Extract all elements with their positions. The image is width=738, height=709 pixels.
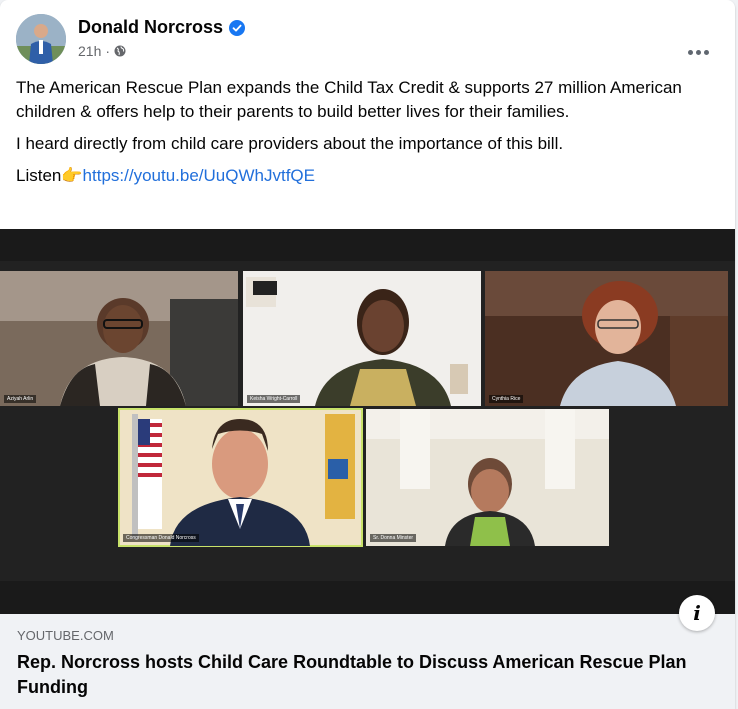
participant-tile-2 <box>243 271 481 406</box>
post-meta: 21h · <box>78 43 126 59</box>
participant-name-3: Cynthia Rice <box>489 395 524 403</box>
post-text: The American Rescue Plan expands the Chi… <box>16 76 716 196</box>
zoom-meeting-image <box>0 229 735 614</box>
participant-tile-1 <box>0 271 238 406</box>
globe-icon <box>114 45 126 57</box>
participant-tile-4 <box>118 408 363 547</box>
info-icon[interactable]: i <box>679 595 715 631</box>
verified-badge-icon <box>229 19 246 36</box>
post-paragraph-2: I heard directly from child care provide… <box>16 134 564 153</box>
preview-title[interactable]: Rep. Norcross hosts Child Care Roundtabl… <box>17 650 697 700</box>
participant-name-5: Sr. Donna Minster <box>370 534 417 542</box>
video-link[interactable]: https://youtu.be/UuQWhJvtfQE <box>83 166 315 185</box>
author-line: Donald Norcross <box>78 17 246 38</box>
participant-name-2: Keisha Wright-Carroll <box>247 395 301 403</box>
author-name[interactable]: Donald Norcross <box>78 17 223 38</box>
listen-label: Listen <box>16 166 62 185</box>
post-paragraph-1: The American Rescue Plan expands the Chi… <box>16 78 682 121</box>
more-options-icon[interactable] <box>678 40 718 64</box>
meta-separator: · <box>105 43 111 59</box>
link-preview[interactable]: YOUTUBE.COM Rep. Norcross hosts Child Ca… <box>0 614 735 709</box>
post-paragraph-3: Listen👉https://youtu.be/UuQWhJvtfQE <box>16 164 716 188</box>
pointing-hand-emoji: 👉 <box>61 166 83 185</box>
post-timestamp[interactable]: 21h <box>78 43 101 59</box>
participant-name-4: Congressman Donald Norcross <box>123 534 199 542</box>
participant-tile-5 <box>366 409 609 546</box>
author-avatar[interactable] <box>16 14 66 64</box>
preview-domain: YOUTUBE.COM <box>17 628 114 643</box>
participant-name-1: Aziyah Arlin <box>4 395 37 403</box>
video-thumbnail[interactable]: Aziyah Arlin Keisha Wright-Carroll Cynth… <box>0 229 735 614</box>
participant-tile-3 <box>485 271 728 406</box>
post-card: Donald Norcross 21h · The American Rescu… <box>0 0 735 709</box>
post-header: Donald Norcross 21h · <box>16 14 716 64</box>
